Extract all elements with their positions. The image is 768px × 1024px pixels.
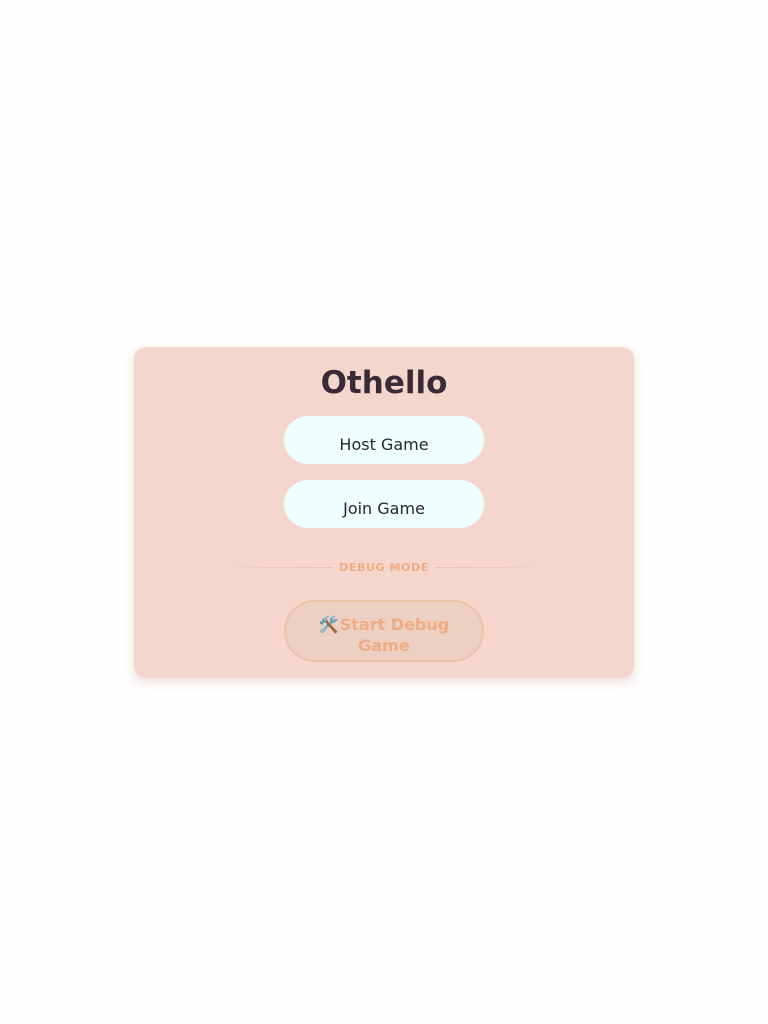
start-debug-game-button[interactable]: 🛠️Start Debug Game [284, 600, 484, 662]
host-game-button[interactable]: Host Game [284, 416, 484, 464]
page: Othello Host Game Join Game DEBUG MODE 🛠… [0, 0, 768, 1024]
main-menu-card: Othello Host Game Join Game DEBUG MODE 🛠… [134, 347, 634, 678]
page-title: Othello [320, 365, 448, 401]
debug-mode-divider: DEBUG MODE [214, 559, 554, 577]
start-debug-game-label: Start Debug Game [339, 615, 450, 655]
debug-mode-label: DEBUG MODE [333, 559, 435, 577]
join-game-button[interactable]: Join Game [284, 480, 484, 528]
hammer-and-wrench-icon: 🛠️ [318, 615, 339, 634]
